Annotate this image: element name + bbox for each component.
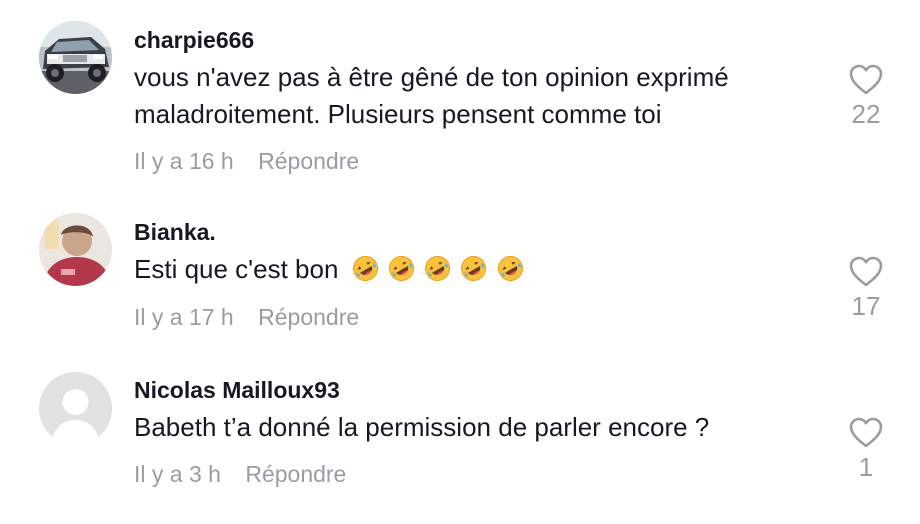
comment-text-content: Esti que c'est bon [134, 254, 339, 284]
like-button[interactable]: 22 [840, 64, 892, 129]
heart-icon[interactable] [849, 256, 883, 287]
comment-text: Esti que c'est bon [134, 251, 834, 292]
avatar[interactable] [39, 372, 112, 445]
comment-meta: Il y a 17 h Répondre [134, 304, 359, 331]
comment-username[interactable]: Bianka. [134, 219, 216, 246]
comment-timestamp: Il y a 3 h [134, 461, 221, 487]
rolling-on-floor-laughing-icon [461, 255, 487, 282]
comment-timestamp: Il y a 17 h [134, 304, 234, 330]
comment-item: Bianka. Esti que c'est bon Il y a 17 h R… [0, 190, 920, 350]
comment-item: Nicolas Mailloux93 Babeth t’a donné la p… [0, 350, 920, 524]
heart-icon[interactable] [849, 417, 883, 448]
rolling-on-floor-laughing-icon [425, 255, 451, 282]
comment-meta: Il y a 16 h Répondre [134, 148, 359, 175]
reply-button[interactable]: Répondre [258, 304, 359, 331]
comment-username[interactable]: charpie666 [134, 27, 254, 54]
emoji-group [352, 255, 526, 292]
default-user-icon [39, 372, 112, 445]
comment-text: Babeth t’a donné la permission de parler… [134, 412, 710, 442]
comment-text: vous n'avez pas à être gêné de ton opini… [134, 62, 729, 129]
reply-button[interactable]: Répondre [245, 461, 346, 488]
heart-icon[interactable] [849, 64, 883, 95]
rolling-on-floor-laughing-icon [352, 255, 378, 282]
truck-photo-icon [39, 21, 112, 94]
comment-username[interactable]: Nicolas Mailloux93 [134, 377, 340, 404]
rolling-on-floor-laughing-icon [497, 255, 523, 282]
comment-meta: Il y a 3 h Répondre [134, 461, 346, 488]
like-button[interactable]: 17 [840, 256, 892, 321]
like-count: 1 [858, 452, 874, 482]
avatar[interactable] [39, 21, 112, 94]
like-count: 22 [851, 99, 881, 129]
comment-item: charpie666 vous n'avez pas à être gêné d… [0, 0, 920, 190]
avatar[interactable] [39, 213, 112, 286]
comment-timestamp: Il y a 16 h [134, 148, 234, 174]
person-photo-icon [39, 213, 112, 286]
like-count: 17 [851, 291, 881, 321]
like-button[interactable]: 1 [840, 417, 892, 482]
reply-button[interactable]: Répondre [258, 148, 359, 175]
rolling-on-floor-laughing-icon [388, 255, 414, 282]
